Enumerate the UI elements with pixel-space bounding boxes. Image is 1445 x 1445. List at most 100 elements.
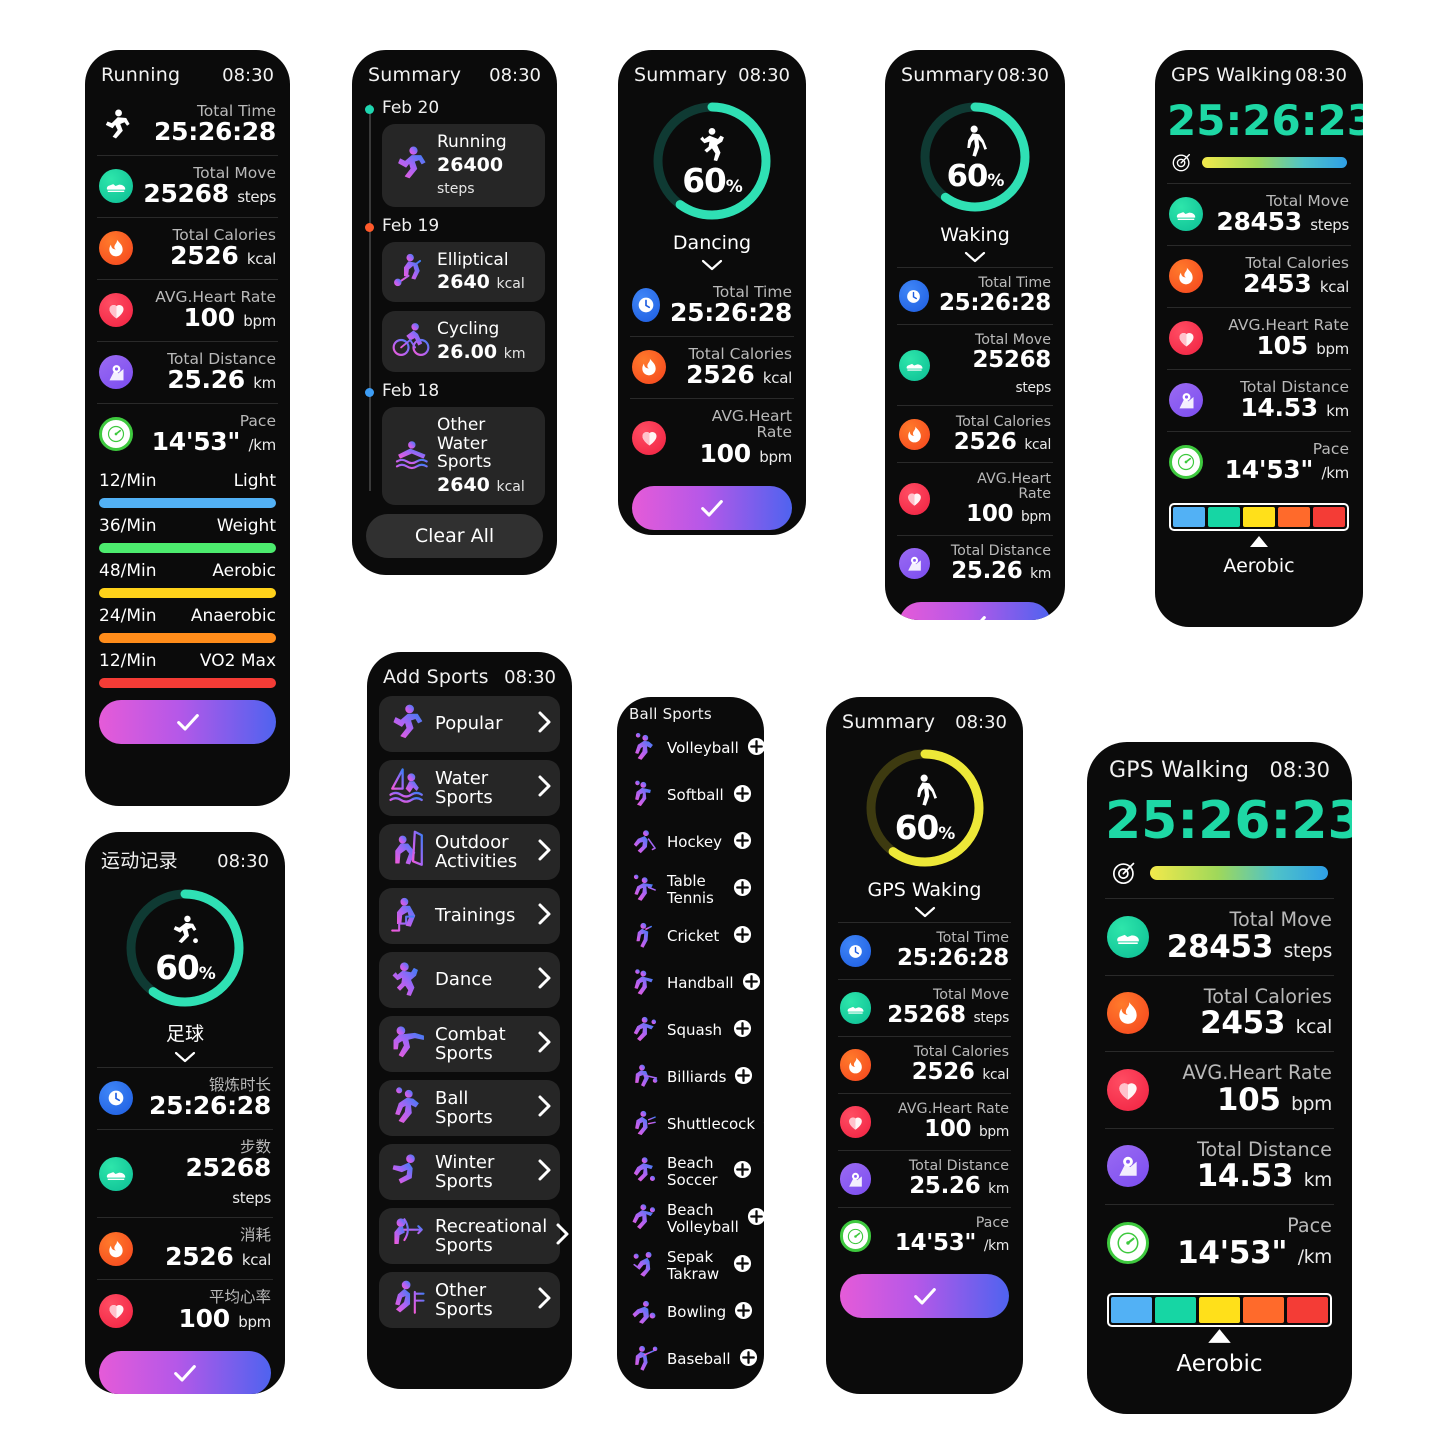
sport-list-item[interactable]: Table Tennis: [627, 866, 754, 913]
metric-text: Total Calories 2453 kcal: [1159, 986, 1332, 1040]
add-sport-button[interactable]: [733, 784, 752, 807]
chevron-down-icon[interactable]: [97, 1048, 273, 1067]
sport-list-item[interactable]: Volleyball: [627, 725, 764, 772]
sport-list-item[interactable]: Bowling: [627, 1289, 754, 1336]
shoe-icon: [1169, 197, 1203, 232]
chevron-down-icon[interactable]: [897, 248, 1053, 267]
metric-unit: bpm: [1316, 340, 1349, 359]
zone-label: Weight: [216, 515, 276, 536]
activity-timeline: Feb 20 Running 26400 steps Feb 19 Elliptical…: [364, 98, 545, 506]
add-sport-button[interactable]: [742, 972, 761, 995]
metric-text: Total Time 25:26:28: [881, 931, 1009, 971]
sport-category-item[interactable]: Recreational Sports: [379, 1208, 569, 1264]
sport-category-item[interactable]: Popular: [379, 696, 560, 752]
clear-all-button[interactable]: Clear All: [366, 514, 543, 559]
confirm-button[interactable]: [99, 699, 276, 744]
sport-category-item[interactable]: Ball Sports: [379, 1080, 560, 1136]
percent-symbol: %: [198, 964, 216, 985]
heart-icon: [1169, 321, 1203, 356]
metric-unit: kcal: [246, 250, 276, 269]
sport-category-label: Trainings: [435, 905, 516, 927]
flame-icon: [1169, 259, 1203, 294]
sport-label: Baseball: [667, 1350, 731, 1369]
confirm-button[interactable]: [99, 1351, 271, 1394]
sport-list-item[interactable]: Beach Volleyball: [627, 1195, 764, 1242]
add-sport-button[interactable]: [733, 925, 752, 948]
status-time: 08:30: [955, 712, 1007, 733]
add-sport-button[interactable]: [747, 1207, 764, 1230]
sport-label: Cricket: [667, 927, 720, 946]
header: Summary 08:30: [630, 50, 794, 94]
add-sport-button[interactable]: [747, 737, 764, 760]
zone-bar: [99, 677, 276, 688]
activity-card[interactable]: Other Water Sports 2640 kcal: [382, 407, 545, 506]
sport-list-item[interactable]: Baseball: [627, 1336, 757, 1383]
zone-segment: [1278, 506, 1310, 527]
sport-category-label: Ball Sports: [435, 1087, 493, 1128]
sport-category-item[interactable]: Dance: [379, 952, 560, 1008]
sport-list-item[interactable]: Sepak Takraw: [627, 1242, 754, 1289]
add-sport-button[interactable]: [734, 1066, 753, 1089]
running-icon: [392, 144, 430, 186]
add-sport-button[interactable]: [733, 831, 752, 854]
progress-ring: 60%: [649, 98, 775, 224]
confirm-button[interactable]: [632, 486, 792, 531]
add-sport-button[interactable]: [763, 1113, 764, 1136]
sport-category-item[interactable]: Water Sports: [379, 760, 560, 816]
confirm-button[interactable]: [899, 601, 1051, 620]
metric-row: Total Move 25268 steps: [838, 980, 1011, 1038]
add-sport-button[interactable]: [733, 1019, 752, 1042]
metric-text: Total Distance 25.26 km: [143, 350, 276, 394]
sport-list-item[interactable]: Beach Soccer: [627, 1148, 754, 1195]
watch-card-add-sports: Add Sports 08:30 Popular Water Sports Outd…: [367, 652, 572, 1389]
sport-category-item[interactable]: Trainings: [379, 888, 560, 944]
sport-list-item[interactable]: Billiards: [627, 1054, 754, 1101]
activity-card-value: 26400 steps: [437, 153, 504, 197]
chevron-down-icon[interactable]: [630, 256, 794, 275]
page-title: Summary: [842, 711, 936, 733]
chevron-right-icon: [555, 1222, 570, 1250]
combat-icon: [387, 1022, 427, 1066]
sport-category-item[interactable]: Outdoor Activities: [379, 824, 560, 880]
sport-label: Softball: [667, 786, 724, 805]
watch-card-running: Running 08:30 Total Time 25:26:28 Total Mo…: [85, 50, 290, 806]
metric-unit: /km: [248, 436, 277, 455]
activity-name: 足球: [165, 1023, 204, 1045]
metric-text: Total Calories 2526 kcal: [940, 414, 1051, 454]
sport-category-item[interactable]: Combat Sports: [379, 1016, 560, 1072]
zone-bar: [99, 632, 276, 643]
shoe-icon: [1107, 915, 1150, 958]
shoe-icon: [99, 1156, 133, 1191]
sport-list-item[interactable]: Hockey: [627, 819, 754, 866]
zone-label: VO2 Max: [199, 650, 276, 671]
metric-label: Total Move: [1229, 908, 1332, 932]
activity-card[interactable]: Elliptical 2640 kcal: [382, 241, 545, 303]
beach-soccer-icon: [629, 1155, 659, 1189]
add-sport-button[interactable]: [733, 1160, 752, 1183]
sport-category-item[interactable]: Winter Sports: [379, 1144, 560, 1200]
metric-text: AVG.Heart Rate 105 bpm: [1159, 1062, 1332, 1116]
add-sport-button[interactable]: [733, 878, 752, 901]
confirm-button[interactable]: [840, 1274, 1009, 1319]
sport-list-item[interactable]: Handball: [627, 960, 760, 1007]
chevron-down-icon[interactable]: [838, 903, 1011, 922]
add-sport-button[interactable]: [733, 1254, 752, 1277]
add-sport-button[interactable]: [734, 1301, 753, 1324]
metric-row: Total Distance 25.26 km: [897, 536, 1053, 592]
header: GPS Walking 08:30: [1167, 50, 1351, 94]
zone-row: 12/Min Light: [97, 465, 278, 510]
sport-category-label: Outdoor Activities: [435, 831, 518, 872]
zone-caret-icon: [1107, 1328, 1332, 1347]
sport-list-item[interactable]: Squash: [627, 1007, 754, 1054]
sport-list-item[interactable]: Softball: [627, 772, 754, 819]
add-sport-button[interactable]: [739, 1348, 758, 1371]
sport-category-item[interactable]: Other Sports: [379, 1272, 560, 1328]
activity-card[interactable]: Cycling 26.00 km: [382, 311, 545, 373]
metric-row: Total Time 25:26:28: [97, 94, 278, 156]
sport-list-item[interactable]: Cricket: [627, 913, 754, 960]
zone-row: 36/Min Weight: [97, 510, 278, 555]
goal-progress-bar: [1150, 865, 1328, 880]
activity-card[interactable]: Running 26400 steps: [382, 124, 545, 207]
metric-row: Total Move 25268 steps: [97, 156, 278, 218]
sport-list-item[interactable]: Shuttlecock: [627, 1101, 755, 1148]
